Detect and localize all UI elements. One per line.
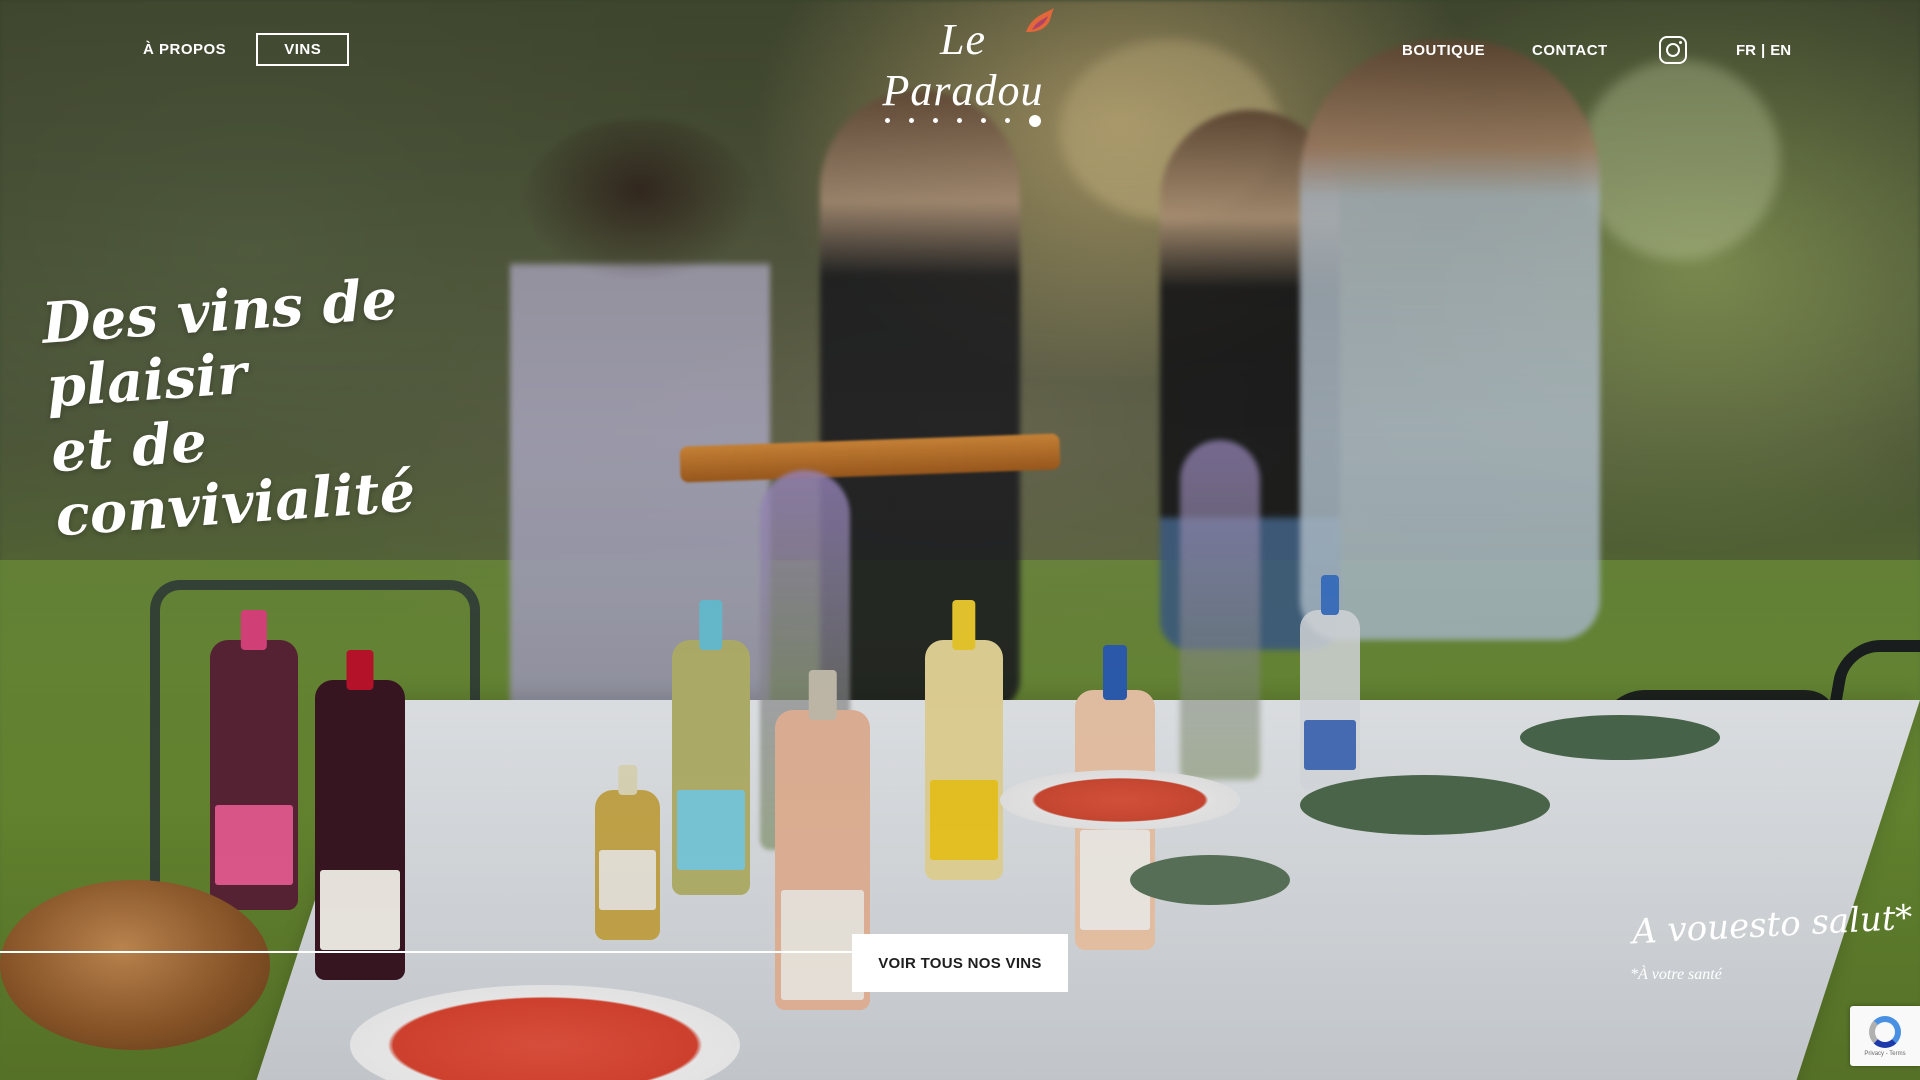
carousel-dots (858, 115, 1068, 127)
lang-en[interactable]: EN (1770, 42, 1791, 59)
toast-translation: *À votre santé (1630, 966, 1722, 983)
lang-separator: | (1761, 42, 1766, 59)
carousel-dot[interactable] (1005, 118, 1010, 123)
carousel-dot[interactable] (909, 118, 914, 123)
language-switcher: FR | EN (1736, 42, 1791, 59)
recaptcha-badge[interactable]: Privacy - Terms (1850, 1006, 1920, 1066)
carousel-dot[interactable] (933, 118, 938, 123)
carousel-dot[interactable] (981, 118, 986, 123)
instagram-icon[interactable] (1659, 36, 1687, 64)
carousel-dot[interactable] (885, 118, 890, 123)
hero-headline-line1: Des vins de plaisir (39, 266, 400, 422)
nav-a-propos[interactable]: À PROPOS (143, 41, 226, 58)
nav-contact[interactable]: CONTACT (1532, 42, 1608, 59)
hero-headline: Des vins de plaisir et de convivialité (40, 256, 577, 549)
nav-vins[interactable]: VINS (256, 33, 350, 66)
flame-icon (1026, 8, 1054, 32)
site-logo[interactable]: Le Paradou (858, 8, 1068, 127)
carousel-dot-active[interactable] (1029, 115, 1041, 127)
view-all-wines-button[interactable]: VOIR TOUS NOS VINS (852, 934, 1068, 992)
recaptcha-icon (1869, 1015, 1901, 1048)
nav-boutique[interactable]: BOUTIQUE (1402, 42, 1485, 59)
lang-fr[interactable]: FR (1736, 42, 1756, 59)
carousel-dot[interactable] (957, 118, 962, 123)
primary-nav-left: À PROPOS VINS (143, 33, 350, 66)
cta-divider-line (0, 951, 852, 953)
recaptcha-footer: Privacy - Terms (1864, 1050, 1906, 1057)
